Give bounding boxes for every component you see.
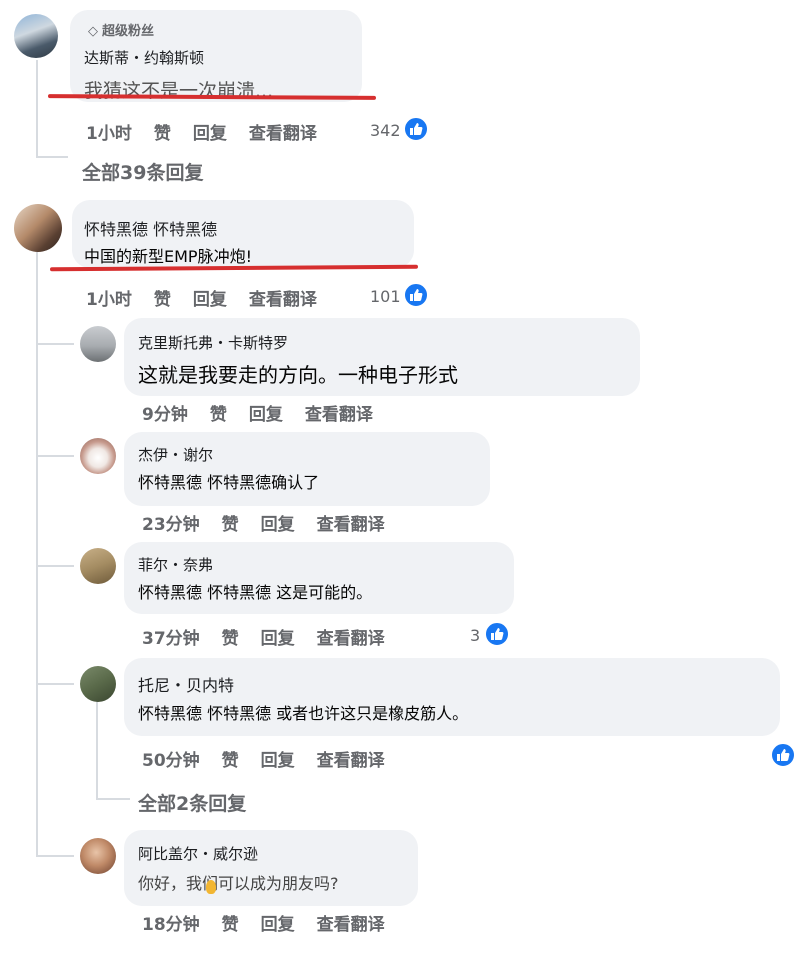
avatar[interactable] (14, 14, 58, 58)
timestamp[interactable]: 1小时 (86, 290, 132, 310)
translate-button[interactable]: 查看翻译 (317, 629, 385, 649)
thumbs-up-icon[interactable] (770, 742, 796, 768)
like-button[interactable]: 赞 (222, 915, 239, 935)
reply-button[interactable]: 回复 (261, 629, 295, 649)
thread-line-replies (96, 700, 98, 800)
thread-line-r3 (36, 565, 74, 567)
avatar[interactable] (80, 548, 116, 584)
comment-actions: 1小时 赞 回复 查看翻译 (86, 119, 339, 144)
like-button[interactable]: 赞 (210, 405, 227, 425)
thumbs-up-icon[interactable] (403, 116, 429, 142)
avatar[interactable] (80, 838, 116, 874)
like-button[interactable]: 赞 (222, 629, 239, 649)
reply-button[interactable]: 回复 (261, 915, 295, 935)
comment-author[interactable]: 达斯蒂・约翰斯顿 (84, 47, 204, 68)
reply-button[interactable]: 回复 (249, 405, 283, 425)
avatar[interactable] (14, 204, 62, 252)
reply-button[interactable]: 回复 (193, 124, 227, 144)
like-count[interactable]: 342 (370, 121, 401, 140)
translate-button[interactable]: 查看翻译 (305, 405, 373, 425)
thread-line-c1-curve (36, 156, 68, 158)
reply-text: 怀特黑德 怀特黑德 或者也许这只是橡皮筋人。 (138, 704, 469, 723)
reply-button[interactable]: 回复 (261, 751, 295, 771)
view-all-replies[interactable]: 全部39条回复 (82, 158, 203, 185)
timestamp[interactable]: 50分钟 (142, 751, 200, 771)
translate-button[interactable]: 查看翻译 (317, 915, 385, 935)
reply-text: 这就是我要走的方向。一种电子形式 (138, 363, 458, 387)
view-all-replies[interactable]: 全部2条回复 (138, 789, 246, 816)
timestamp[interactable]: 1小时 (86, 124, 132, 144)
reply-bubble (124, 830, 418, 906)
reply-button[interactable]: 回复 (261, 515, 295, 535)
reply-text: 你好，我们可以成为朋友吗? (138, 874, 339, 893)
thread-line-r1 (36, 343, 74, 345)
translate-button[interactable]: 查看翻译 (249, 290, 317, 310)
avatar[interactable] (80, 438, 116, 474)
like-button[interactable]: 赞 (222, 751, 239, 771)
reply-bubble (124, 542, 514, 614)
timestamp[interactable]: 9分钟 (142, 405, 188, 425)
like-count[interactable]: 101 (370, 287, 401, 306)
reply-actions: 9分钟 赞 回复 查看翻译 (142, 400, 395, 425)
reply-actions: 50分钟 赞 回复 查看翻译 (142, 746, 407, 771)
reply-author[interactable]: 杰伊・谢尔 (138, 444, 213, 465)
comment-actions: 1小时 赞 回复 查看翻译 (86, 285, 339, 310)
thread-line-r4 (36, 683, 74, 685)
avatar[interactable] (80, 326, 116, 362)
diamond-icon: ◇ (88, 24, 98, 39)
timestamp[interactable]: 18分钟 (142, 915, 200, 935)
avatar[interactable] (80, 666, 116, 702)
comment-text: 中国的新型EMP脉冲炮! (84, 247, 252, 266)
reply-button[interactable]: 回复 (193, 290, 227, 310)
thumbs-up-icon[interactable] (484, 621, 510, 647)
reply-actions: 37分钟 赞 回复 查看翻译 (142, 624, 407, 649)
reply-bubble (124, 658, 780, 736)
like-count[interactable]: 3 (470, 626, 480, 645)
comment-author[interactable]: 怀特黑德 怀特黑德 (84, 216, 217, 240)
reply-author[interactable]: 托尼・贝内特 (138, 672, 234, 696)
cursor-icon (206, 880, 216, 894)
timestamp[interactable]: 23分钟 (142, 515, 200, 535)
reply-author[interactable]: 阿比盖尔・威尔逊 (138, 843, 258, 864)
translate-button[interactable]: 查看翻译 (317, 515, 385, 535)
reply-actions: 23分钟 赞 回复 查看翻译 (142, 510, 407, 535)
reply-author[interactable]: 菲尔・奈弗 (138, 554, 213, 575)
translate-button[interactable]: 查看翻译 (249, 124, 317, 144)
thread-line-replies-curve (96, 798, 130, 800)
like-button[interactable]: 赞 (154, 124, 171, 144)
reply-text: 怀特黑德 怀特黑德确认了 (138, 473, 320, 492)
reply-text: 怀特黑德 怀特黑德 这是可能的。 (138, 583, 373, 602)
super-fan-badge: ◇ 超级粉丝 (88, 20, 154, 39)
thumbs-up-icon[interactable] (403, 282, 429, 308)
translate-button[interactable]: 查看翻译 (317, 751, 385, 771)
thread-line-c1 (36, 60, 38, 158)
thread-line-r2 (36, 455, 74, 457)
thread-line-r5 (36, 855, 74, 857)
reply-author[interactable]: 克里斯托弗・卡斯特罗 (138, 332, 288, 353)
badge-label: 超级粉丝 (102, 24, 155, 39)
timestamp[interactable]: 37分钟 (142, 629, 200, 649)
reply-actions: 18分钟 赞 回复 查看翻译 (142, 910, 407, 935)
like-button[interactable]: 赞 (222, 515, 239, 535)
like-button[interactable]: 赞 (154, 290, 171, 310)
